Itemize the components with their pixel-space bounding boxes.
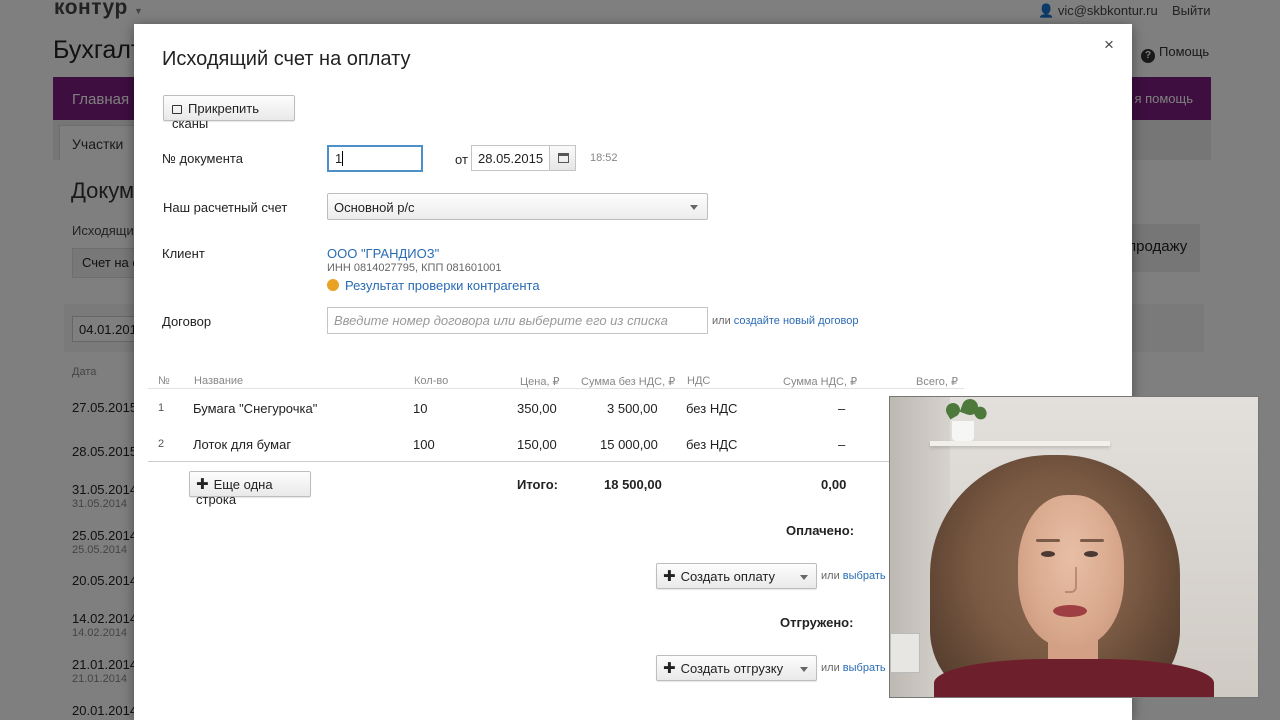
row-number: 1 [158, 402, 165, 414]
person-face [1018, 495, 1124, 647]
eyebrow [1036, 539, 1060, 542]
total-vat: 0,00 [821, 477, 847, 492]
item-name-link[interactable]: Лоток для бумаг [193, 437, 291, 452]
table-divider [148, 461, 964, 462]
wall-switch [890, 633, 920, 673]
calendar-button[interactable] [549, 145, 576, 171]
client-inn-text: ИНН 0814027795, КПП 081601001 [327, 262, 502, 274]
plus-icon: ✚ [196, 476, 209, 493]
col-header-vat-sum: Сумма НДС, ₽ [783, 376, 858, 388]
col-header-price: Цена, ₽ [520, 376, 560, 388]
attach-icon [172, 105, 182, 114]
account-selected-value: Основной р/с [334, 200, 415, 215]
counterparty-check[interactable]: Результат проверки контрагента [327, 278, 540, 293]
text-cursor [342, 151, 344, 166]
status-dot-icon [327, 279, 339, 291]
doc-number-value: 1 [335, 151, 343, 166]
col-header-total: Всего, ₽ [916, 376, 958, 388]
item-qty[interactable]: 10 [413, 401, 427, 416]
col-header-name: Название [194, 375, 244, 387]
attach-scans-button[interactable]: Прикрепить сканы [163, 95, 295, 131]
close-icon[interactable]: × [1104, 35, 1114, 55]
payment-or-text: или [821, 570, 840, 582]
plus-icon: ✚ [663, 568, 676, 585]
webcam-video-overlay [889, 396, 1259, 698]
table-header-divider [148, 388, 964, 389]
chevron-down-icon[interactable] [800, 667, 808, 672]
contract-input[interactable]: Введите номер договора или выберите его … [327, 307, 708, 334]
col-header-num: № [158, 375, 170, 387]
create-contract-link[interactable]: создайте новый договор [734, 315, 859, 327]
row-number: 2 [158, 438, 165, 450]
dialog-title: Исходящий счет на оплату [162, 48, 411, 70]
chevron-down-icon[interactable] [800, 575, 808, 580]
total-label: Итого: [517, 477, 558, 492]
create-shipment-label: Создать отгрузку [680, 661, 784, 676]
time-label: 18:52 [590, 152, 618, 164]
item-vat[interactable]: без НДС [686, 401, 737, 416]
attach-scans-label: Прикрепить сканы [172, 101, 260, 131]
item-vat-sum: – [838, 437, 846, 452]
plus-icon: ✚ [663, 660, 676, 677]
account-select[interactable]: Основной р/с [327, 193, 708, 220]
counterparty-check-link[interactable]: Результат проверки контрагента [345, 278, 540, 293]
create-payment-button[interactable]: ✚ Создать оплату [656, 563, 817, 589]
plant-pot [952, 421, 974, 441]
item-name-link[interactable]: Бумага "Снегурочка" [193, 401, 317, 416]
eye [1041, 551, 1055, 557]
contract-label: Договор [162, 314, 212, 329]
person-shirt [934, 659, 1214, 697]
shipment-or: или выбрать су [821, 662, 900, 674]
item-vat-sum: – [838, 401, 846, 416]
doc-number-label: № документа [162, 151, 243, 166]
contract-or-text: или [712, 315, 731, 327]
account-label: Наш расчетный счет [163, 200, 288, 215]
item-vat[interactable]: без НДС [686, 437, 737, 452]
contract-or: или создайте новый договор [712, 315, 859, 327]
item-sum-no-vat: 15 000,00 [600, 437, 658, 452]
client-label: Клиент [162, 246, 205, 261]
shipment-or-text: или [821, 662, 840, 674]
col-header-vat: НДС [687, 375, 711, 387]
item-price[interactable]: 350,00 [517, 401, 557, 416]
nose [1065, 567, 1077, 593]
chevron-down-icon [690, 205, 698, 210]
eye [1084, 551, 1098, 557]
col-header-sum-no-vat: Сумма без НДС, ₽ [581, 376, 676, 388]
total-no-vat: 18 500,00 [604, 477, 662, 492]
create-shipment-button[interactable]: ✚ Создать отгрузку [656, 655, 817, 681]
date-from-label: от [455, 152, 468, 167]
item-qty[interactable]: 100 [413, 437, 435, 452]
create-payment-label: Создать оплату [680, 569, 775, 584]
item-sum-no-vat: 3 500,00 [607, 401, 658, 416]
payment-or: или выбрать су [821, 570, 900, 582]
add-row-button[interactable]: ✚ Еще одна строка [189, 471, 311, 507]
shipped-label: Отгружено: [780, 615, 854, 630]
lips [1053, 605, 1087, 617]
client-name-link[interactable]: ООО "ГРАНДИОЗ" [327, 246, 439, 261]
paid-label: Оплачено: [786, 523, 855, 538]
date-input[interactable]: 28.05.2015 [471, 145, 550, 171]
calendar-icon [558, 153, 569, 163]
doc-number-input[interactable]: 1 [327, 145, 423, 172]
shelf [930, 441, 1110, 446]
eyebrow [1080, 539, 1104, 542]
col-header-qty: Кол-во [414, 375, 449, 387]
item-price[interactable]: 150,00 [517, 437, 557, 452]
